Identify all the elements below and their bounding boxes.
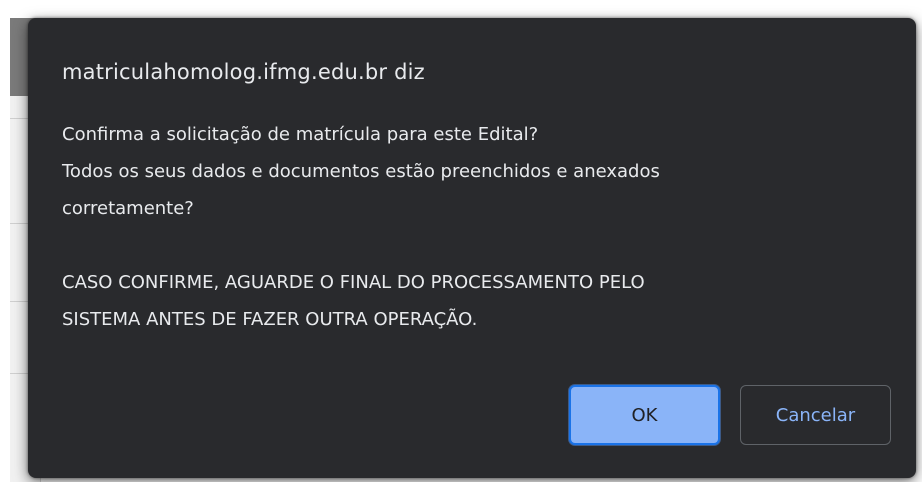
dialog-title: matriculahomolog.ifmg.edu.br diz [62, 60, 425, 84]
ok-button[interactable]: OK [569, 385, 720, 445]
dialog-message-line: Confirma a solicitação de matrícula para… [62, 124, 539, 145]
dialog-message-blank-line [62, 227, 882, 264]
dialog-message-line: corretamente? [62, 198, 194, 219]
confirm-dialog: matriculahomolog.ifmg.edu.br diz Confirm… [28, 18, 916, 478]
dialog-message-line: SISTEMA ANTES DE FAZER OUTRA OPERAÇÃO. [62, 309, 478, 330]
dialog-message-line: CASO CONFIRME, AGUARDE O FINAL DO PROCES… [62, 272, 645, 293]
cancel-button[interactable]: Cancelar [740, 385, 891, 445]
dialog-message-line: Todos os seus dados e documentos estão p… [62, 161, 660, 182]
dialog-message: Confirma a solicitação de matrícula para… [62, 116, 882, 338]
